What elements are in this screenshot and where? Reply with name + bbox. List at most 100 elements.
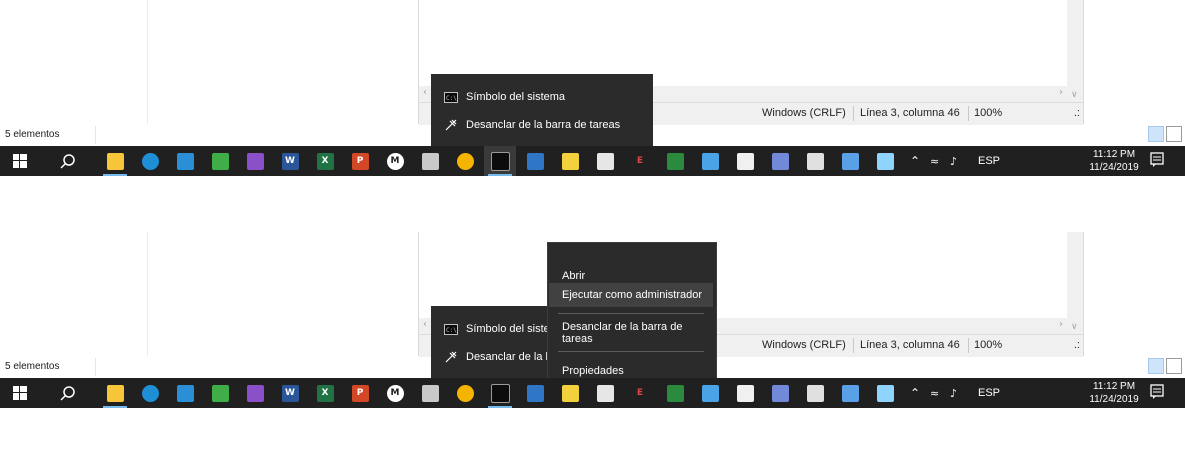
vertical-scrollbar[interactable]: ∨ xyxy=(1067,0,1083,102)
search-button[interactable] xyxy=(52,146,84,176)
app-red-icon xyxy=(806,384,824,402)
wifi-icon: ≈ xyxy=(930,154,940,168)
taskbar-app[interactable] xyxy=(414,146,446,176)
windows-logo-icon xyxy=(13,386,27,400)
command-prompt-icon: C:\ xyxy=(444,323,458,335)
taskbar-app[interactable] xyxy=(134,378,166,408)
taskbar-app[interactable] xyxy=(519,378,551,408)
word-icon: W xyxy=(281,152,299,170)
chrome-icon xyxy=(456,152,474,170)
taskbar-app[interactable] xyxy=(554,146,586,176)
menu-separator xyxy=(558,313,704,314)
svg-text:C:\: C:\ xyxy=(446,95,457,102)
taskbar-app[interactable] xyxy=(869,378,901,408)
taskbar-app[interactable] xyxy=(169,146,201,176)
taskbar-app[interactable] xyxy=(869,146,901,176)
large-icons-view-button[interactable] xyxy=(1166,358,1182,374)
taskbar-app[interactable]: M xyxy=(379,146,411,176)
vertical-scrollbar[interactable]: ∨ xyxy=(1067,232,1083,334)
screenshot-panel-top: ∨ ‹ › Windows (CRLF) Línea 3, columna 46… xyxy=(0,0,1185,232)
taskbar-app[interactable] xyxy=(659,146,691,176)
search-icon xyxy=(60,386,75,401)
visual-studio-icon xyxy=(246,384,264,402)
svg-text:C:\: C:\ xyxy=(446,327,457,334)
clock[interactable]: 11:12 PM 11/24/2019 xyxy=(1086,380,1142,406)
scroll-down-icon[interactable]: ∨ xyxy=(1071,322,1078,332)
taskbar-app[interactable]: E xyxy=(624,378,656,408)
taskbar-app[interactable] xyxy=(834,378,866,408)
resize-grip-icon[interactable]: .: xyxy=(1074,107,1080,123)
taskbar-app[interactable]: W xyxy=(274,378,306,408)
windows-logo-icon xyxy=(13,154,27,168)
taskbar-app[interactable] xyxy=(659,378,691,408)
taskbar-app[interactable] xyxy=(449,146,481,176)
taskbar-app[interactable]: P xyxy=(344,378,376,408)
taskbar-app-command-prompt[interactable] xyxy=(484,378,516,408)
taskbar-app[interactable]: E xyxy=(624,146,656,176)
show-hidden-icons-button[interactable]: ⌃ xyxy=(910,378,920,408)
python-idle-icon xyxy=(561,384,579,402)
taskbar-app[interactable] xyxy=(134,146,166,176)
taskbar-app[interactable] xyxy=(169,378,201,408)
status-separator xyxy=(853,338,854,353)
taskbar-app[interactable] xyxy=(589,378,621,408)
scroll-down-icon[interactable]: ∨ xyxy=(1071,90,1078,100)
notifications-icon[interactable] xyxy=(1150,384,1164,400)
taskbar-app[interactable] xyxy=(519,146,551,176)
start-button[interactable] xyxy=(4,378,36,408)
details-view-button[interactable] xyxy=(1148,358,1164,374)
network-button[interactable]: ≈ xyxy=(930,378,939,408)
show-hidden-icons-button[interactable]: ⌃ xyxy=(910,146,920,176)
taskbar-app[interactable]: M xyxy=(379,378,411,408)
volume-button[interactable]: ♪ xyxy=(950,378,957,408)
resize-grip-icon[interactable]: .: xyxy=(1074,339,1080,355)
scroll-right-icon[interactable]: › xyxy=(1059,319,1063,330)
taskbar-app[interactable] xyxy=(694,378,726,408)
large-icons-view-button[interactable] xyxy=(1166,126,1182,142)
language-indicator[interactable]: ESP xyxy=(978,378,1000,408)
taskbar-app[interactable] xyxy=(834,146,866,176)
mega-icon: M xyxy=(386,152,404,170)
search-button[interactable] xyxy=(52,378,84,408)
taskbar-app[interactable]: X xyxy=(309,378,341,408)
jumplist-item-command-prompt[interactable]: C:\ Símbolo del sistema xyxy=(431,84,653,110)
taskbar-app[interactable] xyxy=(204,146,236,176)
scroll-right-icon[interactable]: › xyxy=(1059,87,1063,98)
taskbar-app[interactable] xyxy=(589,146,621,176)
taskbar-app[interactable] xyxy=(799,378,831,408)
taskbar-app[interactable] xyxy=(764,378,796,408)
taskbar-app[interactable] xyxy=(764,146,796,176)
menu-item-unpin[interactable]: Desanclar de la barra de tareas xyxy=(549,321,713,345)
taskbar-app[interactable]: W xyxy=(274,146,306,176)
volume-button[interactable]: ♪ xyxy=(950,146,957,176)
jumplist-item-unpin[interactable]: Desanclar de la barra de tareas xyxy=(431,112,653,138)
taskbar-app[interactable] xyxy=(729,378,761,408)
notifications-icon[interactable] xyxy=(1150,152,1164,168)
clock[interactable]: 11:12 PM 11/24/2019 xyxy=(1086,148,1142,174)
excel-icon: X xyxy=(316,384,334,402)
start-button[interactable] xyxy=(4,146,36,176)
taskbar-app-command-prompt[interactable] xyxy=(484,146,516,176)
explorer-item-count: 5 elementos xyxy=(0,126,96,144)
taskbar-app[interactable] xyxy=(694,146,726,176)
taskbar-app[interactable] xyxy=(729,146,761,176)
word-icon: W xyxy=(281,384,299,402)
taskbar-app[interactable] xyxy=(554,378,586,408)
taskbar-app[interactable]: X xyxy=(309,146,341,176)
taskbar-app[interactable] xyxy=(204,378,236,408)
taskbar-app[interactable] xyxy=(239,378,271,408)
network-button[interactable]: ≈ xyxy=(930,146,939,176)
scroll-left-icon[interactable]: ‹ xyxy=(423,87,427,98)
language-indicator[interactable]: ESP xyxy=(978,146,1000,176)
taskbar-app[interactable] xyxy=(414,378,446,408)
scroll-left-icon[interactable]: ‹ xyxy=(423,319,427,330)
taskbar-app[interactable] xyxy=(99,378,131,408)
details-view-button[interactable] xyxy=(1148,126,1164,142)
zoom-label: 100% xyxy=(974,339,1003,351)
taskbar-app[interactable]: P xyxy=(344,146,376,176)
taskbar-app[interactable] xyxy=(99,146,131,176)
taskbar-app[interactable] xyxy=(449,378,481,408)
taskbar-app[interactable] xyxy=(239,146,271,176)
menu-item-run-as-admin[interactable]: Ejecutar como administrador xyxy=(549,283,713,307)
taskbar-app[interactable] xyxy=(799,146,831,176)
